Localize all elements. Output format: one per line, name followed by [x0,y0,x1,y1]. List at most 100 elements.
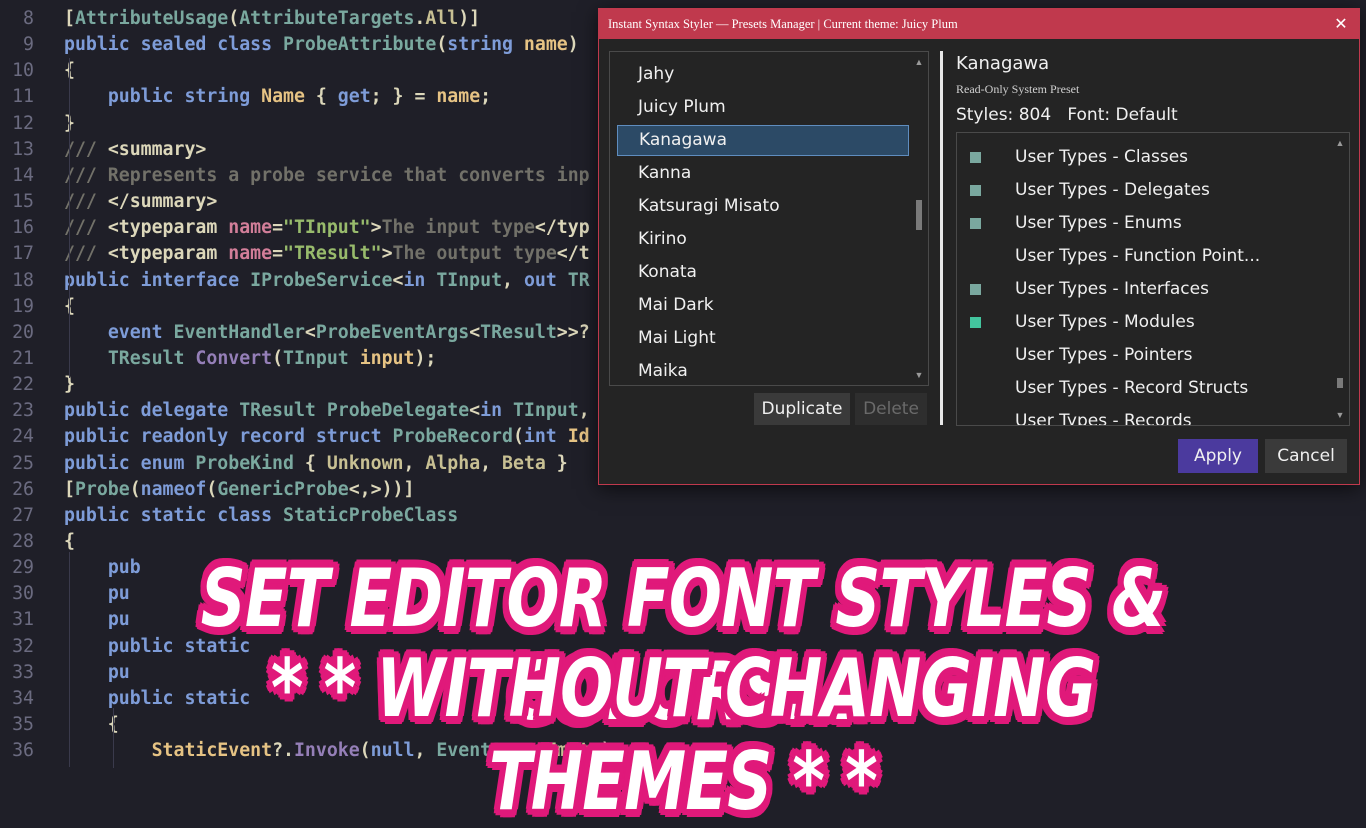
cancel-button[interactable]: Cancel [1265,439,1347,473]
code-token: AttributeUsage [74,8,229,29]
code-token: AttributeTargets [239,8,415,29]
code-token: TInput [512,400,579,422]
apply-button[interactable]: Apply [1178,439,1258,473]
code-token: <typeparam [107,217,229,239]
style-list-item[interactable]: User Types - Pointers [957,339,1327,372]
close-icon[interactable]: ✕ [1323,9,1359,39]
code-line[interactable]: 28 { [0,529,75,555]
code-line[interactable]: 35 { [0,712,119,738]
font-label: Font: Default [1067,105,1178,125]
line-number: 20 [12,321,34,343]
style-list-item[interactable]: User Types - Function Point... [957,240,1327,273]
code-line[interactable]: 21 TResult Convert(TInput input); [0,346,436,372]
color-swatch [970,218,981,229]
preset-list-item[interactable]: Mai Light [617,323,909,354]
code-token: public enum [64,452,196,474]
preset-list-item[interactable]: Jahy [617,59,909,90]
code-token: ) [567,34,579,56]
code-line[interactable]: 13 /// <summary> [0,137,206,163]
code-token: [ [64,478,75,500]
scrollbar-thumb[interactable] [1337,378,1343,388]
code-token: pu [107,661,130,683]
code-token: public string [107,86,262,108]
code-token: /// [64,138,108,160]
preset-list-item[interactable]: Katsuragi Misato [617,191,909,222]
line-number: 35 [12,714,34,736]
code-token: IProbeService [250,269,393,291]
scroll-down-icon[interactable]: ▼ [1331,409,1349,421]
code-token: , [578,400,590,422]
preset-list-scrollbar[interactable]: ▲ ▼ [910,52,928,385]
code-line[interactable]: 30 pu [0,581,130,607]
style-list-item[interactable]: User Types - Records [957,405,1327,425]
preset-list-item[interactable]: Kanna [617,158,909,189]
preset-list-item[interactable]: Mai Dark [617,290,909,321]
preset-name: Kanagawa [956,53,1050,74]
code-line[interactable]: 8 [AttributeUsage(AttributeTargets.All)] [0,6,480,32]
scroll-up-icon[interactable]: ▲ [910,56,928,68]
line-number: 22 [12,374,34,396]
preset-list-item[interactable]: Kanagawa [617,125,909,156]
preset-list-item[interactable]: Konata [617,257,909,288]
code-line[interactable]: 16 /// <typeparam name="TInput">The input… [0,215,590,241]
line-number: 9 [23,34,34,56]
delete-button[interactable]: Delete [855,393,927,425]
line-number: 27 [12,504,34,526]
code-line[interactable]: 14 /// Represents a probe service that co… [0,163,590,189]
duplicate-button[interactable]: Duplicate [754,393,850,425]
code-line[interactable]: 15 /// </summary> [0,189,217,215]
style-list-item[interactable]: User Types - Classes [957,141,1327,174]
style-list-item[interactable]: User Types - Delegates [957,174,1327,207]
code-line[interactable]: 33 pu [0,660,130,686]
scroll-up-icon[interactable]: ▲ [1331,137,1349,149]
code-line[interactable]: 22} [0,372,75,398]
line-number: 21 [12,347,34,369]
preset-list-item[interactable]: Maika [617,356,909,385]
code-line[interactable]: 12} [0,111,75,137]
style-list-item[interactable]: User Types - Enums [957,207,1327,240]
code-token: Beta [502,452,546,474]
scroll-down-icon[interactable]: ▼ [910,369,928,381]
style-list[interactable]: ▲ ▼ User Types - Classes User Types - Del… [956,132,1350,426]
code-token: name [228,243,273,265]
preset-list[interactable]: ▲ ▼ Jahy Juicy Plum Kanagawa Kanna Katsuragi… [609,51,929,386]
code-token: ( [129,478,141,500]
code-token: < [469,321,481,343]
code-line[interactable]: 29 pub [0,555,141,581]
code-line[interactable]: 24 public readonly record struct ProbeRec… [0,424,590,450]
code-line[interactable]: 9 public sealed class ProbeAttribute(stri… [0,32,579,58]
code-line[interactable]: 20 event EventHandler<ProbeEventArgs<TRe… [0,320,590,346]
code-line[interactable]: 19{ [0,294,75,320]
code-line[interactable]: 23 public delegate TResult ProbeDelegate<… [0,398,590,424]
code-token: TInput [436,269,503,291]
style-list-scrollbar[interactable]: ▲ ▼ [1331,133,1349,425]
code-line[interactable]: 26 [Probe(nameof(GenericProbe<,>))] [0,477,414,503]
style-list-item[interactable]: User Types - Record Structs [957,372,1327,405]
style-list-item[interactable]: User Types - Interfaces [957,273,1327,306]
code-token: { [64,714,119,736]
code-token: { [304,86,338,108]
code-token: ProbeEventArgs [315,321,470,343]
scrollbar-thumb[interactable] [916,200,922,230]
code-line[interactable]: 10{ [0,58,75,84]
code-line[interactable]: 17 /// <typeparam name="TResult">The outp… [0,241,590,267]
code-line[interactable]: 31 pu [0,607,130,633]
code-token: TResult [107,347,196,369]
code-token: <,>))] [348,478,415,500]
preset-list-item[interactable]: Kirino [617,224,909,255]
code-token: { [64,531,75,552]
code-token: < [469,400,481,422]
code-line[interactable]: 27 public static class StaticProbeClass [0,503,458,529]
code-line[interactable]: 11 public string Name { get; } = name; [0,84,491,110]
code-token: ( [206,478,218,500]
code-token: > [370,217,382,239]
dialog-title-bar[interactable]: Instant Syntax Styler — Presets Manager … [599,9,1359,39]
style-list-item[interactable]: User Types - Modules [957,306,1327,339]
code-token: TResult [480,321,557,343]
preset-list-item[interactable]: Juicy Plum [617,92,909,123]
code-token: string [447,34,524,56]
code-line[interactable]: 18 public interface IProbeService<in TInp… [0,268,590,294]
code-line[interactable]: 25 public enum ProbeKind { Unknown, Alpha… [0,451,568,477]
